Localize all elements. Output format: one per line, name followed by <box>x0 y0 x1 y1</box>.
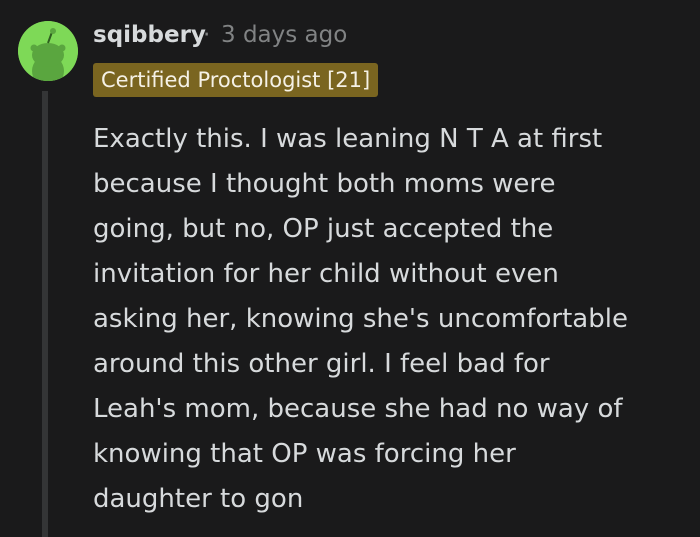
timestamp-link[interactable]: 3 days ago <box>221 19 347 51</box>
thread-collapse-line[interactable] <box>42 91 48 537</box>
comment-body-line: Exactly this. I was leaning N T A at fir… <box>93 124 603 154</box>
meta-separator: · <box>203 22 211 48</box>
comment-body-line: Leah's mom, because she had no way of <box>93 394 623 424</box>
comment-body-line: invitation for her child without even <box>93 259 559 289</box>
reddit-snoo-avatar-icon[interactable] <box>18 21 78 81</box>
comment-body-line: around this other girl. I feel bad for <box>93 349 550 379</box>
comment-body-line: because I thought both moms were <box>93 169 556 199</box>
comment-body: Exactly this. I was leaning N T A at fir… <box>93 117 683 522</box>
user-flair: Certified Proctologist [21] <box>93 63 379 97</box>
comment-body-line: knowing that OP was forcing her <box>93 439 516 469</box>
comment-body-line: going, but no, OP just accepted the <box>93 214 554 244</box>
comment-body-line: daughter to gon <box>93 484 304 514</box>
comment: sqibbery · 3 days ago Certified Proctolo… <box>0 0 700 537</box>
comment-body-line: asking her, knowing she's uncomfortable <box>93 304 628 334</box>
username-link[interactable]: sqibbery <box>93 19 206 51</box>
